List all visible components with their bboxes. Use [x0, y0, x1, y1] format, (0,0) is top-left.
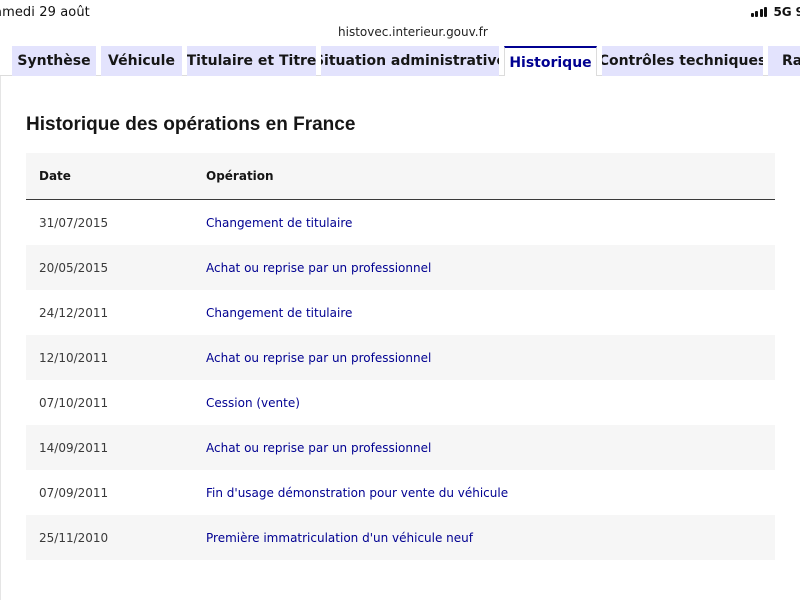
table-header: Date Opération: [26, 153, 775, 200]
row-date: 14/09/2011: [39, 440, 109, 455]
row-operation: Achat ou reprise par un professionnel: [206, 350, 432, 365]
row-date: 07/10/2011: [39, 395, 109, 410]
table-row: 12/10/2011 Achat ou reprise par un profe…: [26, 335, 775, 380]
tab-synthese[interactable]: Synthèse: [12, 46, 96, 76]
status-date: amedi 29 août: [0, 5, 90, 20]
address-bar[interactable]: histovec.interieur.gouv.fr: [338, 22, 488, 42]
column-header-operation: Opération: [206, 169, 274, 183]
status-bar: amedi 29 août 5G 9: [0, 0, 800, 24]
status-indicators: 5G 9: [750, 5, 800, 19]
row-date: 25/11/2010: [39, 530, 109, 545]
table-row: 24/12/2011 Changement de titulaire: [26, 290, 775, 335]
table-body: 31/07/2015 Changement de titulaire 20/05…: [26, 200, 775, 560]
column-header-date: Date: [39, 169, 71, 183]
tab-historique[interactable]: Historique: [504, 46, 597, 77]
network-type: 5G: [773, 5, 792, 19]
row-operation: Première immatriculation d'un véhicule n…: [206, 530, 473, 545]
tab-rapport[interactable]: Rap: [768, 46, 800, 76]
row-operation: Changement de titulaire: [206, 215, 353, 230]
tab-situation-administrative[interactable]: Situation administrative: [321, 46, 499, 76]
operations-table: Date Opération 31/07/2015 Changement de …: [26, 153, 775, 560]
tab-titulaire-et-titre[interactable]: Titulaire et Titre: [187, 46, 316, 76]
table-row: 07/10/2011 Cession (vente): [26, 380, 775, 425]
tab-controles-techniques[interactable]: Contrôles techniques: [602, 46, 763, 76]
row-operation: Achat ou reprise par un professionnel: [206, 260, 432, 275]
table-row: 20/05/2015 Achat ou reprise par un profe…: [26, 245, 775, 290]
table-row: 31/07/2015 Changement de titulaire: [26, 200, 775, 245]
table-row: 07/09/2011 Fin d'usage démonstration pou…: [26, 470, 775, 515]
tab-bar: Synthèse Véhicule Titulaire et Titre Sit…: [0, 46, 800, 77]
row-operation: Fin d'usage démonstration pour vente du …: [206, 485, 509, 500]
row-operation: Achat ou reprise par un professionnel: [206, 440, 432, 455]
page-title: Historique des opérations en France: [26, 114, 356, 135]
row-date: 12/10/2011: [39, 350, 109, 365]
row-date: 31/07/2015: [39, 215, 109, 230]
tab-vehicule[interactable]: Véhicule: [101, 46, 182, 76]
cellular-signal-icon: [750, 7, 768, 17]
battery-level: 9: [795, 5, 800, 19]
row-operation: Cession (vente): [206, 395, 300, 410]
table-row: 14/09/2011 Achat ou reprise par un profe…: [26, 425, 775, 470]
row-date: 24/12/2011: [39, 305, 109, 320]
row-date: 20/05/2015: [39, 260, 109, 275]
row-date: 07/09/2011: [39, 485, 109, 500]
row-operation: Changement de titulaire: [206, 305, 353, 320]
table-row: 25/11/2010 Première immatriculation d'un…: [26, 515, 775, 560]
